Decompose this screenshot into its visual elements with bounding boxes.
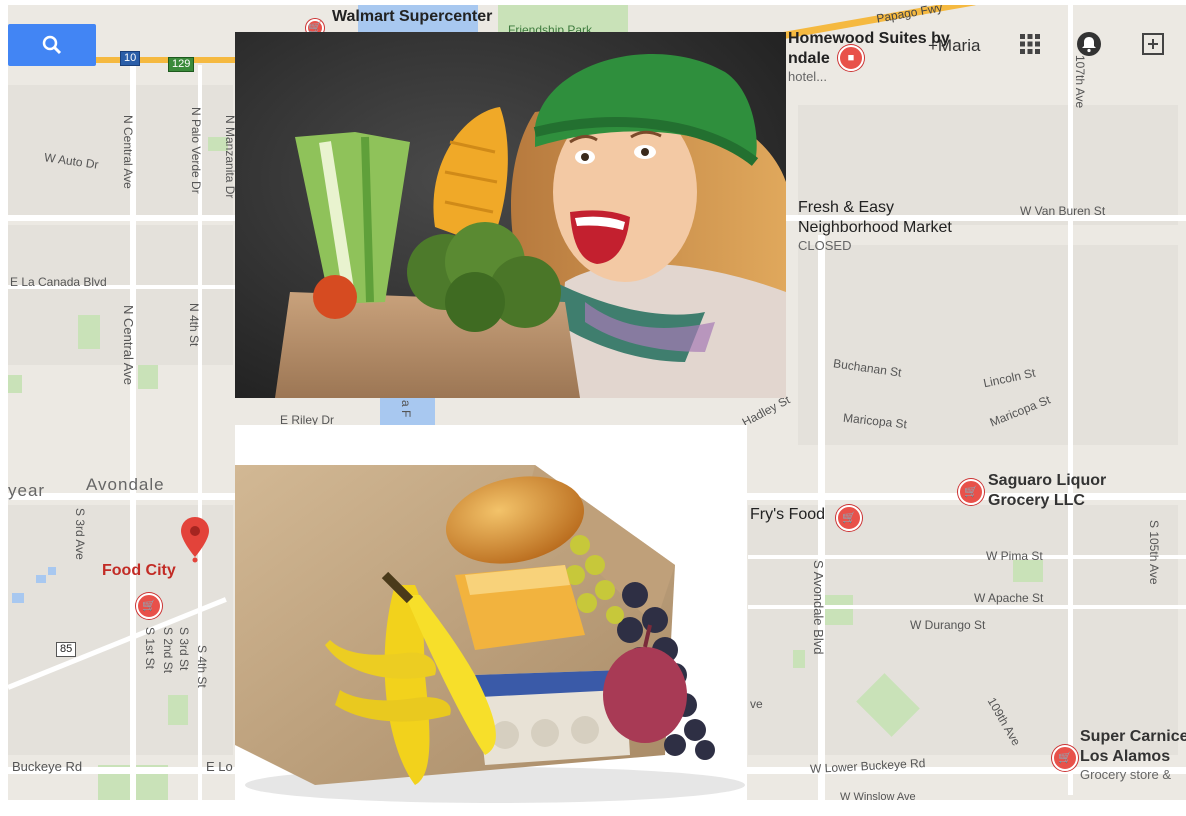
street-label: S 3rd St (177, 627, 191, 671)
poi-homewood[interactable]: Homewood Suites by ndale hotel... (788, 29, 950, 85)
park-area (78, 315, 100, 349)
highway-shield-85: 85 (56, 642, 77, 657)
poi-frys[interactable]: Fry's Food (750, 505, 825, 525)
shopping-cart-icon[interactable]: 🛒 (836, 505, 862, 531)
canal-water (36, 575, 46, 583)
street-label: W Durango St (910, 618, 986, 632)
street-label: W Winslow Ave (840, 791, 916, 801)
search-button[interactable] (8, 24, 96, 66)
road (748, 555, 1186, 559)
shopping-cart-icon[interactable]: 🛒 (136, 593, 162, 619)
street-label: W Pima St (986, 549, 1043, 563)
street-label: ve (750, 697, 763, 711)
photo-woman-with-groceries (235, 32, 786, 398)
highway-shield-129: 129 (168, 57, 195, 72)
canal-water (12, 593, 24, 603)
street-label: N 4th St (187, 303, 201, 347)
user-profile-link[interactable]: +Maria (928, 36, 980, 56)
park-area (823, 595, 853, 625)
street-label: N Central Ave (121, 115, 135, 189)
street-label: W Van Buren St (1020, 204, 1106, 218)
shopping-cart-icon[interactable]: 🛒 (958, 479, 984, 505)
street-label: Buckeye Rd (12, 759, 83, 774)
poi-super-carniceria[interactable]: Super Carnice Los Alamos Grocery store & (1080, 727, 1186, 783)
street-label: E La Canada Blvd (10, 275, 107, 289)
street-label: N Central Ave (121, 305, 136, 385)
street-label: S 4th St (195, 645, 209, 688)
street-label: W Apache St (974, 591, 1044, 605)
street-label: Hadley St (739, 392, 793, 430)
poi-walmart[interactable]: Walmart Supercenter (332, 7, 492, 27)
notifications-icon[interactable] (1075, 30, 1103, 58)
street-label: S 1st St (143, 627, 157, 670)
park-area (8, 375, 22, 393)
street-label: 107th Ave (1073, 55, 1087, 109)
city-label: Avondale (86, 475, 165, 494)
street-label: S Avondale Blvd (811, 560, 826, 655)
city-label: year (8, 481, 46, 500)
map-pin-icon[interactable] (180, 517, 210, 568)
park-area (1013, 560, 1043, 582)
street-label: S 105th Ave (1147, 520, 1161, 585)
street-label: S 3rd Ave (73, 508, 87, 560)
park-area (168, 695, 188, 725)
street-label: S 2nd St (161, 627, 175, 674)
poi-food-city[interactable]: Food City (102, 562, 176, 580)
street-label: E Lo (206, 759, 233, 774)
street-label: a F (399, 400, 413, 418)
canal-water (48, 567, 56, 575)
highway-shield-10: 10 (120, 51, 141, 66)
search-icon (42, 35, 62, 55)
apps-grid-icon[interactable] (1016, 30, 1044, 58)
street-label: N Palo Verde Dr (189, 107, 203, 194)
park-area (793, 650, 805, 668)
park-area (138, 365, 158, 389)
street-label: Papago Fwy (875, 5, 944, 26)
share-plus-icon[interactable] (1139, 30, 1167, 58)
shopping-cart-icon[interactable]: 🛒 (1052, 745, 1078, 771)
photo-grocery-bag (235, 425, 747, 816)
hotel-icon[interactable]: ■ (838, 45, 864, 71)
poi-saguaro[interactable]: Saguaro Liquor Grocery LLC (988, 471, 1106, 511)
poi-fresh-easy[interactable]: Fresh & Easy Neighborhood Market CLOSED (798, 198, 952, 254)
road (1068, 5, 1073, 795)
